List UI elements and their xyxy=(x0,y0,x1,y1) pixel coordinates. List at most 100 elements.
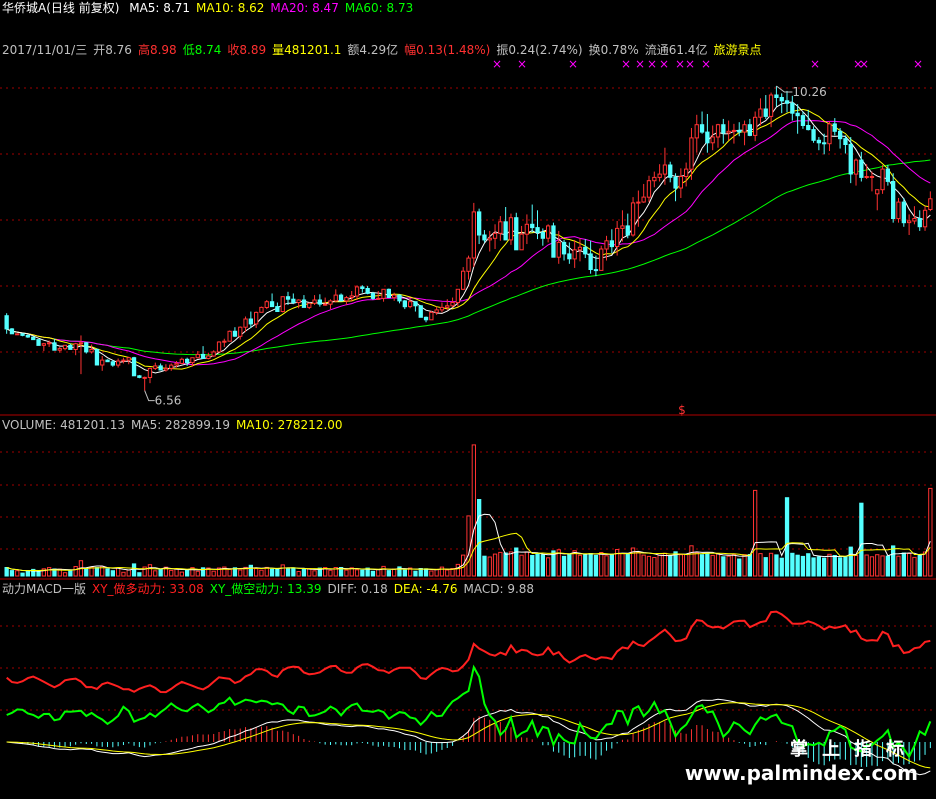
volume-bar-129 xyxy=(689,545,694,577)
event-marker-3: × xyxy=(621,57,631,71)
candle-body-168 xyxy=(896,201,901,220)
volume-bar-144 xyxy=(768,552,774,577)
volume-bar-127 xyxy=(678,554,684,577)
candle-body-149 xyxy=(795,112,800,117)
volume-bar-85 xyxy=(455,563,461,577)
candle-body-106 xyxy=(567,253,572,260)
candle-body-92 xyxy=(492,232,498,239)
candle-body-19 xyxy=(105,359,110,363)
candle-body-21 xyxy=(116,360,121,366)
volume-bar-56 xyxy=(301,568,307,577)
volume-bar-83 xyxy=(445,569,450,577)
candle-body-53 xyxy=(285,296,291,300)
quote-field-8: 振0.24(2.74%) xyxy=(496,43,583,57)
candle-body-126 xyxy=(673,176,678,189)
volume-bar-90 xyxy=(482,555,487,577)
volume-field-2: MA10: 278212.00 xyxy=(235,418,343,432)
candle-body-49 xyxy=(264,301,269,309)
dividend-marker: $ xyxy=(678,403,686,417)
volume-bar-1 xyxy=(9,570,15,577)
volume-bar-140 xyxy=(747,554,753,577)
candle-body-17 xyxy=(94,348,100,366)
candle-body-114 xyxy=(609,240,615,248)
volume-bar-21 xyxy=(116,567,121,577)
volume-bar-151 xyxy=(806,553,811,577)
volume-bar-66 xyxy=(354,569,360,577)
quote-field-6: 额4.29亿 xyxy=(347,43,399,57)
volume-bar-107 xyxy=(572,550,577,577)
candle-body-4 xyxy=(25,334,31,338)
candle-body-34 xyxy=(185,358,190,364)
candle-body-89 xyxy=(477,211,482,236)
candle-body-87 xyxy=(466,257,471,272)
event-marker-0: × xyxy=(492,57,502,71)
candle-body-140 xyxy=(747,124,753,136)
volume-bar-6 xyxy=(36,571,41,577)
candle-body-50 xyxy=(269,301,275,308)
candle-body-100 xyxy=(535,227,540,234)
volume-bar-44 xyxy=(238,569,243,577)
candle-body-16 xyxy=(89,348,94,353)
volume-bar-117 xyxy=(625,553,630,577)
volume-bar-102 xyxy=(546,557,551,577)
volume-bar-160 xyxy=(853,555,859,577)
candle-body-61 xyxy=(328,300,333,305)
stock-title: 华侨城A(日线 前复权) xyxy=(2,1,120,15)
volume-bar-114 xyxy=(609,553,615,577)
candle-body-13 xyxy=(73,343,78,351)
volume-bar-123 xyxy=(657,554,662,577)
candle-body-96 xyxy=(514,217,519,251)
event-marker-1: × xyxy=(517,57,527,71)
volume-bar-172 xyxy=(917,554,922,577)
volume-bar-93 xyxy=(498,551,503,577)
event-marker-13: × xyxy=(913,57,923,71)
candle-body-80 xyxy=(429,311,434,321)
low-price-label: 6.56 xyxy=(155,394,182,408)
volume-bar-46 xyxy=(248,564,253,577)
candle-body-62 xyxy=(333,294,338,302)
volume-bar-4 xyxy=(25,570,31,577)
volume-bar-105 xyxy=(561,555,567,577)
candle-body-58 xyxy=(312,299,317,304)
volume-bar-150 xyxy=(800,555,806,577)
candle-body-102 xyxy=(546,225,551,239)
volume-bar-39 xyxy=(211,570,216,577)
ma-value-2: MA20: 8.47 xyxy=(270,1,339,15)
candle-body-110 xyxy=(588,253,593,270)
candle-body-30 xyxy=(163,367,169,371)
candle-body-8 xyxy=(47,342,52,345)
candle-body-108 xyxy=(577,246,583,251)
ma-value-1: MA10: 8.62 xyxy=(196,1,265,15)
volume-bar-50 xyxy=(269,568,275,577)
candle-body-157 xyxy=(838,130,843,140)
volume-bar-174 xyxy=(928,487,933,577)
candle-body-97 xyxy=(519,233,524,251)
volume-bar-47 xyxy=(254,568,259,577)
candle-body-47 xyxy=(254,311,259,325)
volume-bar-80 xyxy=(429,570,434,577)
volume-bar-159 xyxy=(848,546,853,577)
volume-bar-34 xyxy=(185,569,190,577)
volume-bar-88 xyxy=(471,444,477,577)
candle-body-171 xyxy=(912,218,917,222)
candle-body-145 xyxy=(774,94,779,98)
ma-value-0: MA5: 8.71 xyxy=(129,1,190,15)
volume-bar-89 xyxy=(477,499,482,577)
candle-body-0 xyxy=(4,315,9,330)
volume-bar-81 xyxy=(434,568,439,577)
macd-field-3: DIFF: 0.18 xyxy=(327,582,388,596)
candle-body-26 xyxy=(142,376,147,379)
candle-body-78 xyxy=(418,305,423,318)
volume-bar-161 xyxy=(859,502,864,577)
volume-bar-136 xyxy=(726,555,731,577)
candle-body-161 xyxy=(859,159,864,178)
candle-body-93 xyxy=(498,221,503,234)
quote-field-10: 流通61.4亿 xyxy=(644,43,708,57)
volume-bar-130 xyxy=(694,552,699,577)
candle-body-128 xyxy=(684,168,689,178)
volume-bar-48 xyxy=(259,569,264,577)
event-marker-6: × xyxy=(659,57,669,71)
volume-bar-15 xyxy=(84,567,89,577)
volume-bar-77 xyxy=(413,570,418,577)
candle-body-122 xyxy=(652,176,657,182)
